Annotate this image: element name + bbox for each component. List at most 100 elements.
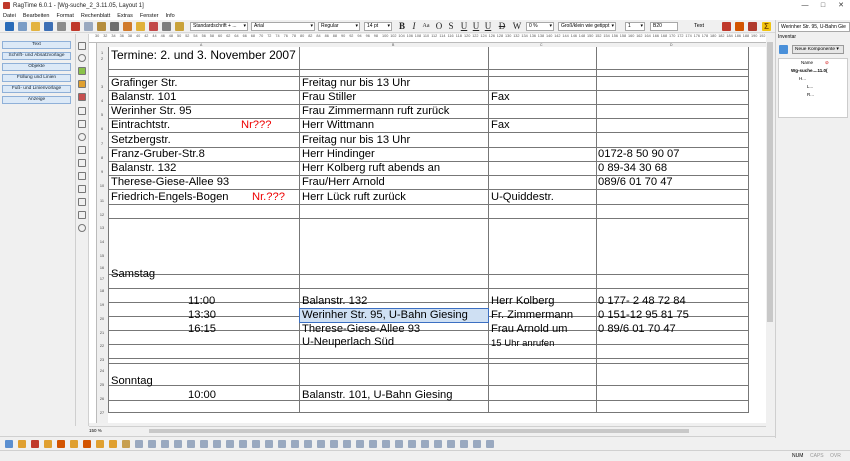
row-address[interactable]: Werinher Str. 95	[111, 105, 192, 118]
zoom-tool-icon[interactable]	[78, 54, 86, 62]
freehand-tool-icon[interactable]	[78, 172, 86, 180]
palette-display[interactable]: Anzeige	[2, 96, 71, 104]
layout-tool-icon[interactable]	[291, 440, 299, 448]
layout-tool-icon[interactable]	[96, 440, 104, 448]
appointment-contact[interactable]: Fr. Zimmermann	[491, 309, 573, 322]
appointment-address[interactable]: Balanstr. 101, U-Bahn Giesing	[302, 389, 453, 402]
case-button[interactable]: Aa	[421, 21, 431, 32]
row-address[interactable]: Friedrich-Engels-Bogen	[111, 191, 229, 204]
selected-cell[interactable]: Werinher Str. 95, U-Bahn Giesing	[299, 308, 489, 323]
curve-tool-icon[interactable]	[78, 159, 86, 167]
close-button[interactable]: ✕	[832, 0, 850, 11]
row-number[interactable]: 14	[97, 240, 107, 244]
appointment-address[interactable]: Therese-Giese-Allee 93	[302, 323, 420, 336]
layout-tool-icon[interactable]	[369, 440, 377, 448]
double-underline-button[interactable]: U	[483, 21, 493, 32]
word-underline-button[interactable]: U	[471, 21, 481, 32]
row-number[interactable]: 20	[97, 317, 107, 321]
shape-tool-icon[interactable]	[78, 185, 86, 193]
appointment-contact[interactable]: Frau Arnold um	[491, 323, 567, 336]
menu-info[interactable]: Info	[165, 13, 174, 19]
appointment-phone[interactable]: 0 177- 2 48 72 84	[598, 295, 686, 308]
row-phone[interactable]: 0 89-34 30 68	[598, 162, 667, 175]
layout-tool-icon[interactable]	[148, 440, 156, 448]
row-number[interactable]: 16	[97, 266, 107, 270]
row-address[interactable]: Therese-Giese-Allee 93	[111, 176, 229, 189]
palette-font-paragraph[interactable]: Schrift- und Absatzvorlage	[2, 52, 71, 60]
layout-tool-icon[interactable]	[18, 440, 26, 448]
new-document-icon[interactable]	[18, 22, 27, 31]
layout-tool-icon[interactable]	[174, 440, 182, 448]
row-number[interactable]: 18	[97, 289, 107, 293]
row-extra[interactable]: U-Quiddestr.	[491, 191, 554, 204]
appointment-time[interactable]: 10:00	[188, 389, 216, 402]
row-number[interactable]: 13	[97, 226, 107, 230]
chart-icon[interactable]	[149, 22, 158, 31]
layout-tool-icon[interactable]	[434, 440, 442, 448]
component-icon[interactable]	[123, 22, 132, 31]
arrow-tool-icon[interactable]	[78, 42, 86, 50]
appointment-time[interactable]: 13:30	[188, 309, 216, 322]
menu-rechenblatt[interactable]: Rechenblatt	[81, 13, 110, 19]
car-icon[interactable]	[722, 22, 731, 31]
row-note[interactable]: Herr Lück ruft zurück	[302, 191, 406, 204]
connector-tool-icon[interactable]	[78, 198, 86, 206]
row-number[interactable]: 8	[97, 156, 107, 160]
line-tool-icon[interactable]	[78, 107, 86, 115]
sheet-title[interactable]: Termine: 2. und 3. November 2007	[111, 49, 296, 62]
sum-icon[interactable]: Σ	[762, 22, 771, 31]
row-number[interactable]: 22	[97, 344, 107, 348]
row-note[interactable]: Frau Stiller	[302, 91, 356, 104]
layout-tool-icon[interactable]	[304, 440, 312, 448]
picture-frame-tool-icon[interactable]	[78, 80, 86, 88]
menu-extras[interactable]: Extras	[117, 13, 133, 19]
row-note[interactable]: Herr Hindinger	[302, 148, 375, 161]
row-number[interactable]: 27	[97, 411, 107, 415]
appointment-time[interactable]: 11:00	[188, 295, 215, 308]
row-number[interactable]: 21	[97, 331, 107, 335]
layout-tool-icon[interactable]	[473, 440, 481, 448]
layout-tool-icon[interactable]	[265, 440, 273, 448]
layout-tool-icon[interactable]	[187, 440, 195, 448]
row-number[interactable]: 11	[97, 199, 107, 203]
zoom-level[interactable]: 150 %	[89, 427, 102, 435]
layout-tool-icon[interactable]	[395, 440, 403, 448]
row-number[interactable]: 26	[97, 397, 107, 401]
palette-line-styles[interactable]: Fuß- und Linienvorlage	[2, 85, 71, 93]
print-icon[interactable]	[57, 22, 66, 31]
row-number[interactable]: 9	[97, 170, 107, 174]
shadow-button[interactable]: S	[446, 21, 456, 32]
row-address[interactable]: Setzbergstr.	[111, 134, 171, 147]
underline-button[interactable]: U	[459, 21, 469, 32]
menu-format[interactable]: Format	[56, 13, 73, 19]
layout-tool-icon[interactable]	[135, 440, 143, 448]
number-select[interactable]: 1 ▾	[625, 22, 645, 31]
appointment-address[interactable]: Balanstr. 132	[302, 295, 367, 308]
missing-number-note[interactable]: Nr???	[241, 119, 271, 132]
weight-select[interactable]: Regular ▾	[318, 22, 360, 31]
layout-tool-icon[interactable]	[356, 440, 364, 448]
row-address[interactable]: Balanstr. 132	[111, 162, 176, 175]
scroll-thumb[interactable]	[767, 42, 773, 322]
layout-tool-icon[interactable]	[109, 440, 117, 448]
appointment-phone[interactable]: 0 151-12 95 81 75	[598, 309, 689, 322]
layout-tool-icon[interactable]	[382, 440, 390, 448]
row-note[interactable]: Frau/Herr Arnold	[302, 176, 385, 189]
row-number[interactable]: 4	[97, 99, 107, 103]
layout-tool-icon[interactable]	[70, 440, 78, 448]
row-extra[interactable]: Fax	[491, 91, 510, 104]
layout-tool-icon[interactable]	[44, 440, 52, 448]
layout-tool-icon[interactable]	[226, 440, 234, 448]
style-select[interactable]: Standardschrift + ... ▾	[190, 22, 248, 31]
row-number[interactable]: 19	[97, 303, 107, 307]
layout-tool-icon[interactable]	[408, 440, 416, 448]
size-select[interactable]: 14 pt ▾	[364, 22, 392, 31]
calc-icon[interactable]	[748, 22, 757, 31]
table-icon[interactable]	[162, 22, 171, 31]
tree-item[interactable]: L...	[807, 84, 813, 89]
row-note[interactable]: Herr Kolberg ruft abends an	[302, 162, 440, 175]
row-phone[interactable]: 089/6 01 70 47	[598, 176, 673, 189]
appointment-phone[interactable]: 0 89/6 01 70 47	[598, 323, 676, 336]
new-component-select[interactable]: Neue Komponente ▾	[792, 45, 844, 54]
maximize-button[interactable]: □	[814, 0, 832, 11]
